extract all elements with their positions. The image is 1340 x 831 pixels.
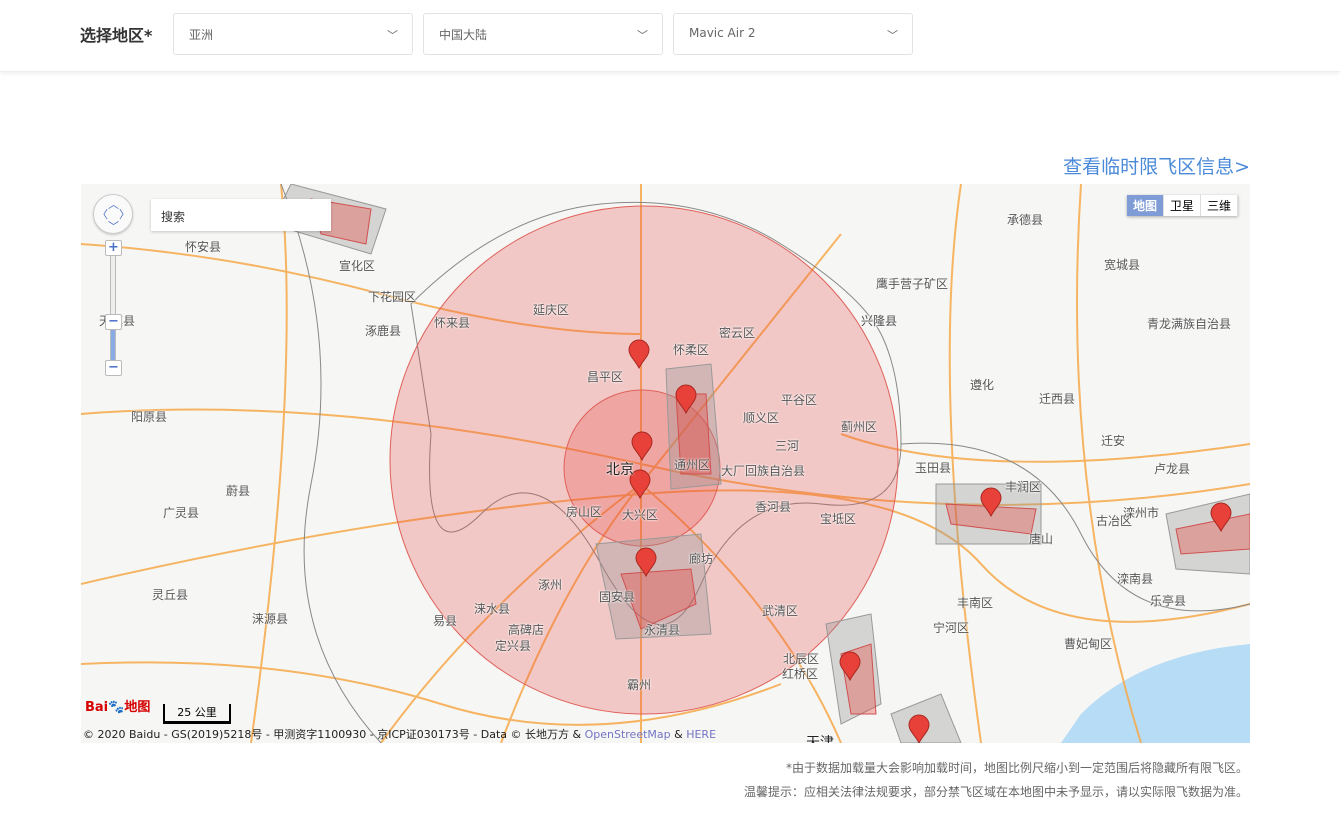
place-label: 灵丘县 (152, 586, 188, 603)
place-label: 迁安 (1101, 432, 1125, 449)
place-label: 蔚县 (226, 482, 250, 499)
map-canvas (81, 184, 1250, 743)
copyright-text: © 2020 Baidu - GS(2019)5218号 - 甲测资字11009… (83, 728, 585, 741)
place-label: 大厂回族自治县 (721, 462, 805, 479)
place-label: 阳原县 (131, 408, 167, 425)
place-label: 香河县 (755, 498, 791, 515)
place-label: 密云区 (719, 324, 755, 341)
baidu-logo: Bai🐾地图 (85, 696, 150, 715)
place-label: 霸州 (627, 676, 651, 693)
amp: & (671, 728, 687, 741)
place-label: 固安县 (599, 588, 635, 605)
map-type-switcher: 地图 卫星 三维 (1127, 195, 1238, 216)
pan-right-icon[interactable]: 〉 (119, 206, 130, 222)
place-label: 永清县 (644, 621, 680, 638)
place-label: 红桥区 (782, 665, 818, 682)
place-label: 宣化区 (339, 257, 375, 274)
place-label: 下花园区 (368, 288, 416, 305)
place-label: 鹰手营子矿区 (876, 275, 948, 292)
place-label: 卢龙县 (1154, 460, 1190, 477)
pan-up-icon[interactable]: ︿ (108, 196, 119, 212)
place-label: 广灵县 (163, 504, 199, 521)
place-label: 遵化 (970, 376, 994, 393)
aircraft-value: Mavic Air 2 (689, 26, 755, 40)
place-label: 滦州市 (1123, 504, 1159, 521)
place-label: 平谷区 (781, 391, 817, 408)
place-label: 兴隆县 (861, 312, 897, 329)
aircraft-select[interactable]: Mavic Air 2 ﹀ (673, 13, 913, 55)
scale-bar: 25 公里 (163, 704, 231, 724)
warning-note: 温馨提示：应相关法律法规要求，部分禁飞区域在本地图中未予显示，请以实际限飞数据为… (744, 783, 1248, 800)
continent-value: 亚洲 (189, 28, 213, 42)
place-label: 易县 (433, 612, 457, 629)
country-value: 中国大陆 (439, 28, 487, 42)
place-label: 大兴区 (622, 506, 658, 523)
chevron-down-icon: ﹀ (387, 27, 398, 43)
place-label: 涿州 (538, 576, 562, 593)
pan-down-icon[interactable]: ﹀ (108, 218, 119, 234)
map-type-map[interactable]: 地图 (1127, 195, 1164, 216)
sea (1061, 644, 1250, 743)
place-label: 宁河区 (933, 619, 969, 636)
zoom-slider[interactable] (110, 246, 116, 364)
place-label: 天津 (806, 732, 834, 743)
place-label: 通州区 (674, 456, 710, 473)
country-select[interactable]: 中国大陆 ﹀ (423, 13, 663, 55)
pan-control[interactable]: ︿ ﹀ 〈 〉 (93, 194, 133, 234)
place-label: 房山区 (566, 503, 602, 520)
chevron-down-icon: ﹀ (887, 27, 898, 43)
place-label: 怀安县 (185, 238, 221, 255)
temporary-no-fly-zone-link[interactable]: 查看临时限飞区信息> (1063, 152, 1250, 179)
place-label: 迁西县 (1039, 390, 1075, 407)
place-label: 丰润区 (1005, 478, 1041, 495)
place-label: 玉田县 (915, 459, 951, 476)
place-label: 定兴县 (495, 637, 531, 654)
place-label: 延庆区 (533, 301, 569, 318)
place-label: 廊坊 (689, 550, 713, 567)
map-type-3d[interactable]: 三维 (1201, 195, 1238, 216)
region-selector-bar: 选择地区* 亚洲 ﹀ 中国大陆 ﹀ Mavic Air 2 ﹀ (0, 0, 1340, 72)
place-label: 三河 (775, 437, 799, 454)
loading-note: *由于数据加载量大会影响加载时间，地图比例尺缩小到一定范围后将隐藏所有限飞区。 (786, 759, 1248, 776)
zoom-in-button[interactable]: + (105, 240, 122, 256)
place-label: 丰南区 (957, 594, 993, 611)
chevron-down-icon: ﹀ (637, 27, 648, 43)
place-label: 昌平区 (587, 368, 623, 385)
here-link[interactable]: HERE (686, 728, 716, 741)
place-label: 顺义区 (743, 409, 779, 426)
place-label: 蓟州区 (841, 418, 877, 435)
continent-select[interactable]: 亚洲 ﹀ (173, 13, 413, 55)
place-label: 宽城县 (1104, 256, 1140, 273)
place-label: 怀柔区 (673, 341, 709, 358)
zoom-slider-handle[interactable]: − (105, 314, 122, 330)
copyright: © 2020 Baidu - GS(2019)5218号 - 甲测资字11009… (83, 726, 716, 742)
osm-link[interactable]: OpenStreetMap (585, 728, 671, 741)
place-label: 承德县 (1007, 211, 1043, 228)
region-label: 选择地区* (80, 22, 152, 46)
place-label: 乐亭县 (1150, 592, 1186, 609)
place-label: 涞水县 (474, 600, 510, 617)
place-label: 高碑店 (508, 621, 544, 638)
place-label: 宝坻区 (820, 510, 856, 527)
place-label: 武清区 (762, 602, 798, 619)
place-label: 青龙满族自治县 (1147, 315, 1231, 332)
place-label: 唐山 (1029, 530, 1053, 547)
map-search-input[interactable]: 搜索 (151, 199, 331, 231)
place-label: 涿鹿县 (365, 322, 401, 339)
place-label: 滦南县 (1117, 570, 1153, 587)
zoom-out-button[interactable]: − (105, 360, 122, 376)
pan-left-icon[interactable]: 〈 (97, 206, 108, 222)
map-type-satellite[interactable]: 卫星 (1164, 195, 1201, 216)
map[interactable]: 北京天津 廊坊 怀柔区密云区 延庆区昌平区平谷区顺义区通州区大兴区 房山区 三河大厂回族自… (81, 184, 1250, 743)
place-label: 北京 (606, 459, 634, 479)
place-label: 怀来县 (434, 314, 470, 331)
place-label: 涞源县 (252, 610, 288, 627)
place-label: 曹妃甸区 (1064, 635, 1112, 652)
